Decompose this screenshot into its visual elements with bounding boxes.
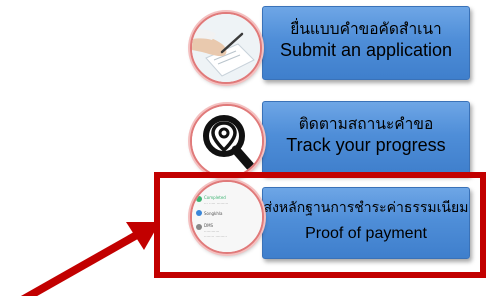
menu-screen: ยื่นแบบคำขอคัดสำเนา Submit an applicatio… [0, 0, 487, 296]
location-magnifier-graphic [192, 106, 262, 176]
payment-slip-screenshot-icon[interactable]: Completed ··· ····· ········· Songkhla D… [190, 180, 264, 254]
status-dot [196, 224, 202, 230]
mini-app-row-sub: ··· ····· ········· [204, 201, 229, 206]
mini-app-row-sub: ········ ········· [204, 234, 227, 239]
submit-application-english-label: Submit an application [279, 40, 453, 60]
location-magnifier-icon[interactable] [190, 104, 264, 178]
mini-app-row: DMS [204, 223, 214, 228]
mini-app-row: Songkhla [204, 211, 223, 216]
mini-app-screenshot: Completed ··· ····· ········· Songkhla D… [192, 182, 262, 252]
hand-writing-document-graphic [192, 14, 260, 82]
track-progress-english-label: Track your progress [286, 135, 446, 155]
track-progress-button[interactable]: ติดตามสถานะคำขอ Track your progress [262, 101, 470, 175]
status-dot [196, 210, 202, 216]
track-progress-thai-label: ติดตามสถานะคำขอ [298, 115, 434, 133]
proof-of-payment-thai-label: ส่งหลักฐานการชำระค่าธรรมเนียม [263, 200, 469, 216]
proof-of-payment-english-label: Proof of payment [305, 225, 427, 242]
mini-app-row: Completed [204, 195, 226, 200]
submit-application-button[interactable]: ยื่นแบบคำขอคัดสำเนา Submit an applicatio… [262, 6, 470, 80]
hand-writing-document-icon[interactable] [190, 12, 262, 84]
proof-of-payment-button[interactable]: ส่งหลักฐานการชำระค่าธรรมเนียม Proof of p… [262, 187, 470, 259]
submit-application-thai-label: ยื่นแบบคำขอคัดสำเนา [290, 20, 442, 38]
status-dot [196, 196, 202, 202]
